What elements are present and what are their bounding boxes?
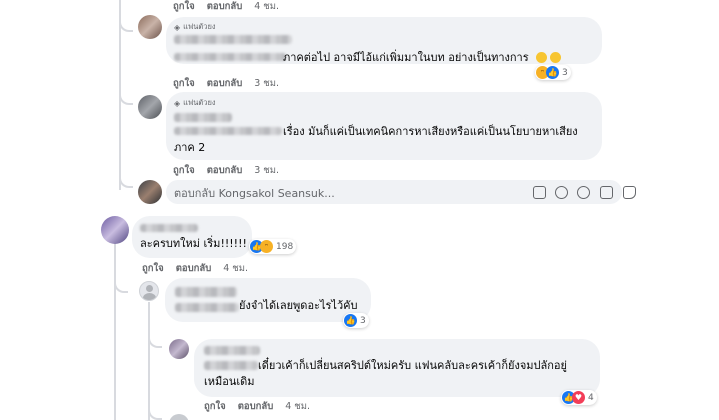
- like-icon: 👍: [344, 314, 357, 327]
- like-button[interactable]: ถูกใจ: [173, 0, 195, 14]
- tagged-name[interactable]: [174, 53, 286, 61]
- like-icon: 👍: [546, 66, 559, 79]
- timestamp[interactable]: 4 ชม.: [254, 0, 279, 14]
- top-fan-badge: ◈ แฟนตัวยง: [174, 98, 216, 108]
- comment-bubble: เดี๋ยวเค้าก็เปลี่ยนสคริปต์ใหม่ครับ แฟนคล…: [194, 339, 600, 397]
- grin-emoji-icon: [536, 52, 547, 63]
- comment-actions: ถูกใจ ตอบกลับ 4 ชม.: [204, 399, 310, 414]
- tagged-name[interactable]: [175, 303, 239, 312]
- avatar[interactable]: [169, 414, 189, 420]
- reaction-summary[interactable]: 👍 3: [343, 313, 369, 328]
- thread-line: [114, 236, 116, 420]
- comment-bubble: ยังจำได้เลยพูดอะไรไว้คับ: [165, 278, 371, 322]
- avatar[interactable]: [138, 15, 162, 39]
- sticker-icon[interactable]: [533, 186, 546, 199]
- thread-connector: [148, 330, 162, 348]
- avatar[interactable]: [169, 339, 189, 359]
- thread-connector: [148, 402, 162, 420]
- author-name[interactable]: [140, 224, 198, 232]
- comment-actions: ถูกใจ ตอบกลับ 3 ชม.: [173, 76, 279, 91]
- diamond-icon: ◈: [174, 98, 181, 108]
- timestamp[interactable]: 4 ชม.: [285, 399, 310, 414]
- comment-actions: ถูกใจ ตอบกลับ 4 ชม.: [142, 261, 248, 276]
- reaction-summary[interactable]: ᵔ 👍 3: [535, 65, 571, 80]
- avatar[interactable]: [101, 216, 129, 244]
- comment-text: เรื่อง มันก็แค่เป็นเทคนิคการหาเสียงหรือแ…: [283, 125, 578, 138]
- comment-bubble: ◈ แฟนตัวยง เรื่อง มันก็แค่เป็นเทคนิคการห…: [166, 92, 602, 160]
- reaction-summary[interactable]: 👍 ♥ 4: [561, 390, 597, 405]
- avatar[interactable]: [138, 95, 162, 119]
- reaction-summary[interactable]: 👍 ᵔ 198: [249, 239, 297, 254]
- thread-connector: [114, 275, 128, 293]
- thread-connector: [119, 10, 133, 32]
- like-button[interactable]: ถูกใจ: [142, 261, 164, 276]
- like-button[interactable]: ถูกใจ: [173, 163, 195, 178]
- emoji-icon[interactable]: [555, 186, 568, 199]
- smiley-sticker-icon[interactable]: [623, 186, 636, 199]
- grin-emoji-icon: [550, 52, 561, 63]
- timestamp[interactable]: 4 ชม.: [223, 261, 248, 276]
- reply-input-placeholder: ตอบกลับ Kongsakol Seansuk...: [174, 187, 335, 200]
- haha-icon: ᵔ: [260, 240, 273, 253]
- top-fan-badge: ◈ แฟนตัวยง: [174, 22, 216, 32]
- gif-icon[interactable]: [600, 186, 613, 199]
- reply-button[interactable]: ตอบกลับ: [238, 399, 274, 414]
- comment-actions: ถูกใจ ตอบกลับ 3 ชม.: [173, 163, 279, 178]
- author-name[interactable]: [204, 346, 260, 355]
- avatar: [138, 180, 162, 204]
- reply-button[interactable]: ตอบกลับ: [176, 261, 212, 276]
- comment-actions: ถูกใจ ตอบกลับ 4 ชม.: [173, 0, 279, 14]
- thread-connector: [119, 166, 133, 188]
- author-name[interactable]: [174, 113, 232, 122]
- love-icon: ♥: [572, 391, 585, 404]
- comment-text: เดี๋ยวเค้าก็เปลี่ยนสคริปต์ใหม่ครับ แฟนคล…: [258, 359, 567, 372]
- camera-icon[interactable]: [577, 186, 590, 199]
- author-name[interactable]: [175, 287, 237, 297]
- diamond-icon: ◈: [174, 22, 181, 32]
- author-name[interactable]: [174, 35, 292, 44]
- comment-text: เหมือนเดิม: [204, 375, 255, 388]
- timestamp[interactable]: 3 ชม.: [254, 76, 279, 91]
- default-avatar-icon[interactable]: [139, 281, 159, 301]
- tagged-name[interactable]: [174, 127, 282, 135]
- reply-button[interactable]: ตอบกลับ: [207, 0, 243, 14]
- comment-text: ภาค 2: [174, 141, 206, 154]
- like-button[interactable]: ถูกใจ: [204, 399, 226, 414]
- comment-text: ยังจำได้เลยพูดอะไรไว้คับ: [239, 299, 358, 312]
- comment-bubble: ◈ แฟนตัวยง ภาคต่อไป อาจมีไอ้แก่เพิ่มมาใน…: [166, 17, 602, 64]
- comment-bubble: ละครบทใหม่ เริ่ม!!!!!!: [132, 216, 252, 258]
- reply-input[interactable]: ตอบกลับ Kongsakol Seansuk...: [166, 180, 636, 204]
- comment-text: ละครบทใหม่ เริ่ม!!!!!!: [140, 237, 247, 250]
- comment-text: ภาคต่อไป อาจมีไอ้แก่เพิ่มมาในบท อย่างเป็…: [283, 51, 529, 64]
- reply-button[interactable]: ตอบกลับ: [207, 76, 243, 91]
- reply-button[interactable]: ตอบกลับ: [207, 163, 243, 178]
- tagged-name[interactable]: [204, 361, 258, 370]
- like-button[interactable]: ถูกใจ: [173, 76, 195, 91]
- timestamp[interactable]: 3 ชม.: [254, 163, 279, 178]
- thread-connector: [119, 83, 133, 105]
